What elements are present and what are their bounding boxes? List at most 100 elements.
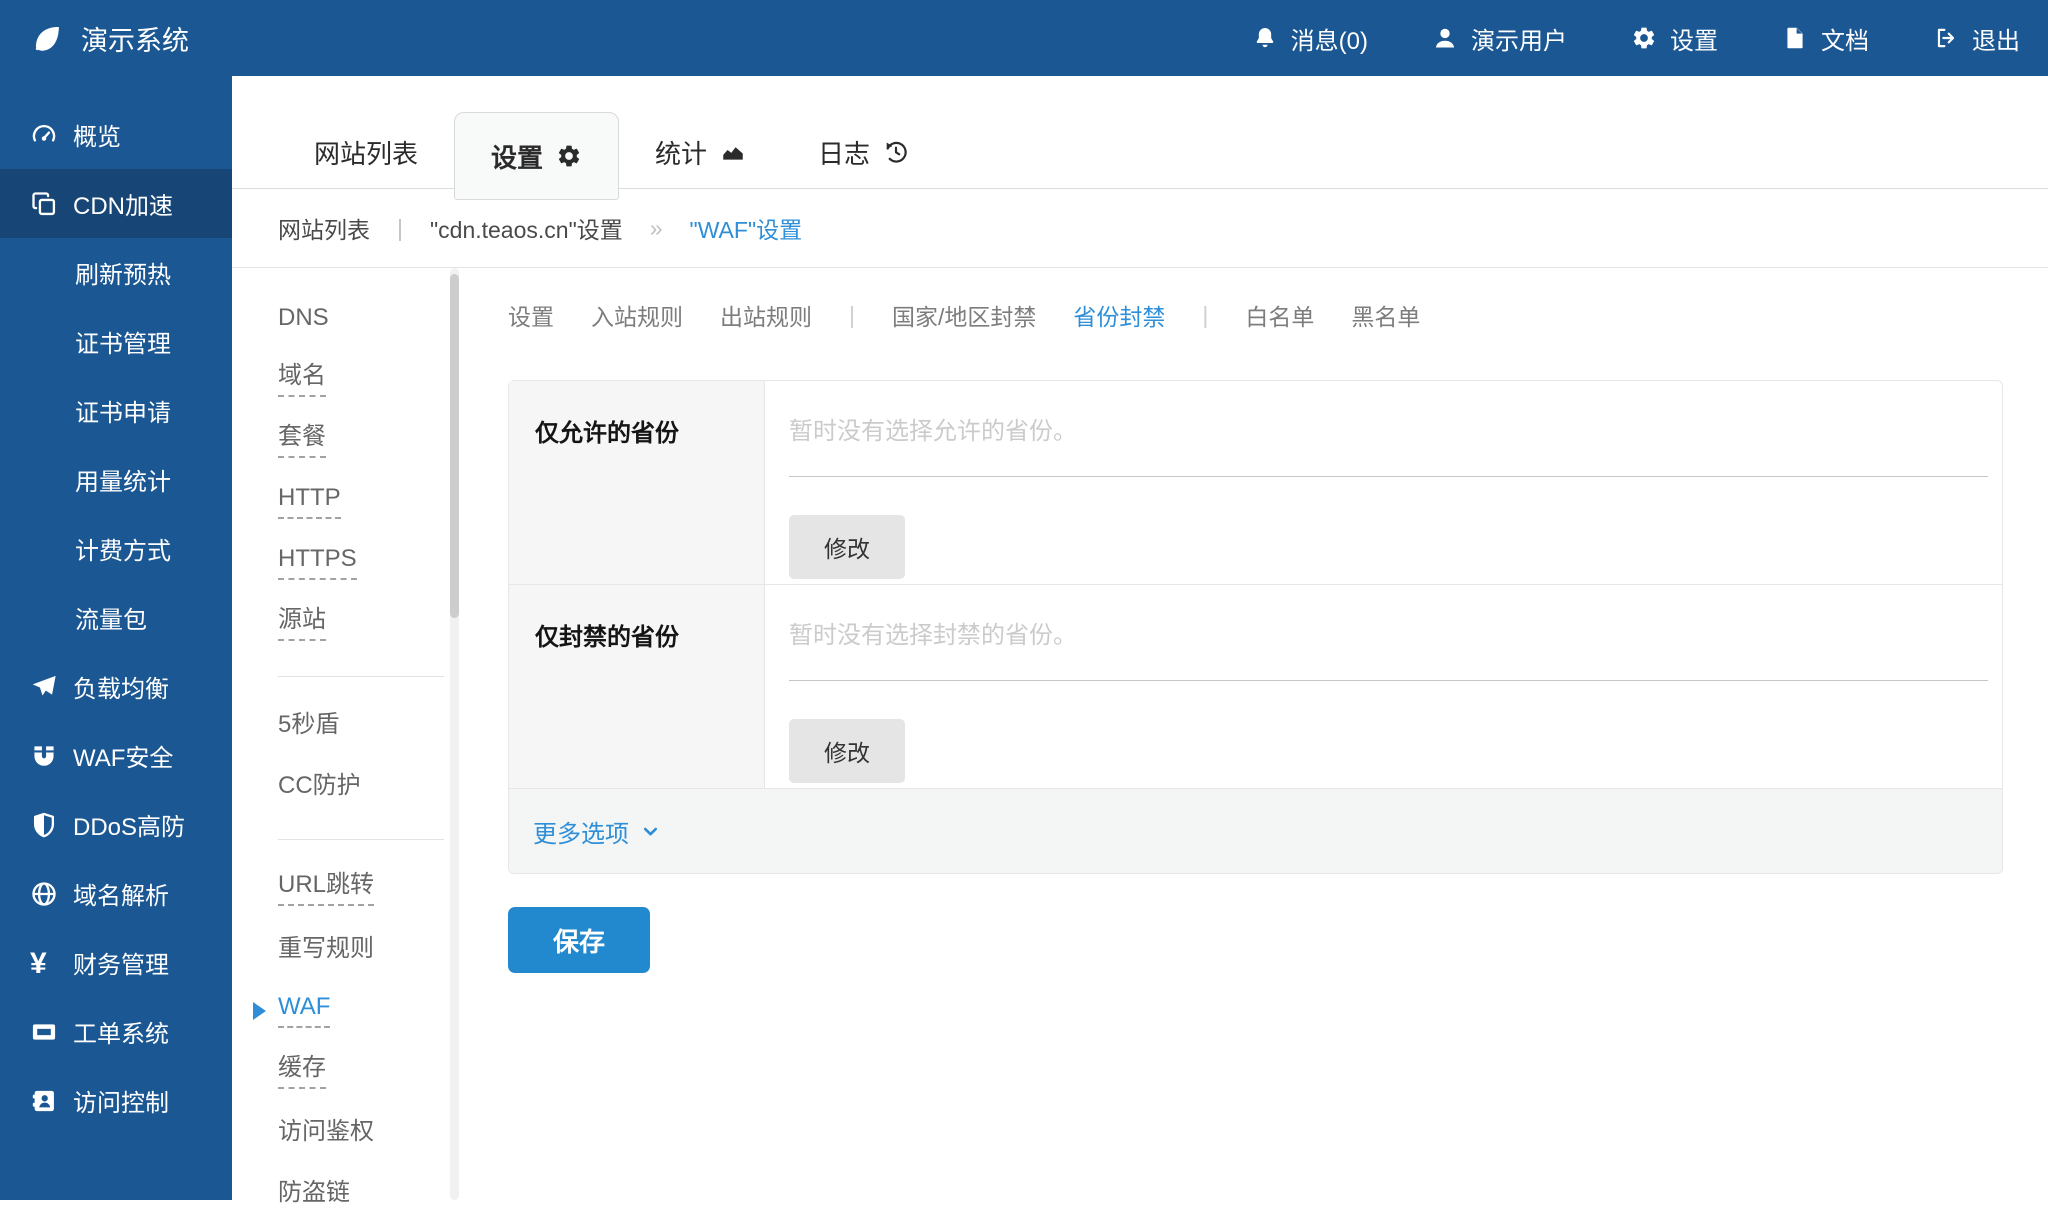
subtab[interactable]: 国家/地区封禁 xyxy=(892,298,1036,332)
settings-submenu: DNS 域名 套餐 xyxy=(232,268,450,1200)
submenu-group: DNS 域名 套餐 xyxy=(278,288,444,654)
sidebar-item[interactable]: 访问控制 xyxy=(0,1066,232,1135)
topbar-item[interactable]: 设置 xyxy=(1631,21,1718,56)
subtab[interactable]: 省份封禁 xyxy=(1073,298,1165,332)
tab[interactable]: 日志 xyxy=(782,116,945,188)
submenu-item-label: URL跳转 xyxy=(278,871,374,906)
sidebar-item[interactable]: 计费方式 xyxy=(0,514,232,583)
sidebar-item-label: 用量统计 xyxy=(75,462,171,497)
gauge-icon xyxy=(30,121,58,149)
clone-icon xyxy=(30,190,58,218)
topbar-item[interactable]: 演示用户 xyxy=(1432,21,1567,56)
topbar-item-label: 演示用户 xyxy=(1471,21,1567,56)
sidebar-item[interactable]: DDoS高防 xyxy=(0,790,232,859)
form-row-value: 暂时没有选择封禁的省份。 修改 xyxy=(765,585,2002,788)
tab[interactable]: 网站列表 xyxy=(278,116,454,188)
id-card-icon xyxy=(30,1087,58,1115)
sidebar-item[interactable]: 负载均衡 xyxy=(0,652,232,721)
form-row-value: 暂时没有选择允许的省份。 修改 xyxy=(765,381,2002,584)
waf-settings-content: 设置 入站规则 出站规则 | 国家/地区封禁 省份封禁 | 白名单 黑名单 xyxy=(459,268,2048,1200)
submenu-item[interactable]: 套餐 xyxy=(278,410,444,471)
topbar-item[interactable]: 消息(0) xyxy=(1252,21,1368,56)
submenu-item[interactable]: 5秒盾 xyxy=(278,695,444,756)
submenu-item[interactable]: HTTP xyxy=(278,471,444,532)
submenu-item[interactable]: 防盗链 xyxy=(278,1163,444,1224)
submenu-item[interactable]: URL跳转 xyxy=(278,858,444,919)
submenu-item-label: HTTP xyxy=(278,484,341,519)
tab[interactable]: 统计 xyxy=(619,116,782,188)
ticket-icon xyxy=(30,1018,58,1046)
sidebar-item-label: 财务管理 xyxy=(73,945,169,980)
submenu-scrollbar[interactable] xyxy=(450,268,459,1200)
tab[interactable]: 设置 xyxy=(454,112,619,200)
tab-label: 网站列表 xyxy=(314,134,418,171)
breadcrumb-item[interactable]: "cdn.teaos.cn"设置 xyxy=(430,211,623,245)
magnet-icon xyxy=(30,742,58,770)
topbar-item[interactable]: 文档 xyxy=(1782,21,1869,56)
shield-half-icon xyxy=(30,811,58,839)
scrollbar-thumb[interactable] xyxy=(450,274,459,618)
subtab[interactable]: 黑名单 xyxy=(1351,298,1420,332)
form-footer: 更多选项 xyxy=(509,789,2002,873)
submenu-item[interactable]: 源站 xyxy=(278,593,444,654)
input-underline xyxy=(789,476,1988,477)
sidebar-item-label: 刷新预热 xyxy=(75,255,171,290)
breadcrumb-item[interactable]: 网站列表 xyxy=(278,211,370,245)
sidebar-item[interactable]: CDN加速 xyxy=(0,169,232,238)
breadcrumb: 网站列表 | "cdn.teaos.cn"设置 » "WAF"设置 xyxy=(232,189,2048,268)
submenu-item[interactable]: 访问鉴权 xyxy=(278,1102,444,1163)
submenu-group: 5秒盾 CC防护 xyxy=(278,676,444,817)
subtab[interactable]: 出站规则 xyxy=(720,298,812,332)
tab-label: 日志 xyxy=(818,134,870,171)
submenu-item-label: DNS xyxy=(278,304,329,333)
form-row: 仅封禁的省份 暂时没有选择封禁的省份。 修改 xyxy=(509,585,2002,789)
chart-area-icon xyxy=(720,139,746,165)
save-button[interactable]: 保存 xyxy=(508,907,650,973)
submenu-item-label: 缓存 xyxy=(278,1054,326,1089)
submenu-item[interactable]: CC防护 xyxy=(278,756,444,817)
submenu-item-label: WAF xyxy=(278,993,330,1028)
sidebar-item[interactable]: WAF安全 xyxy=(0,721,232,790)
form-row-label: 仅封禁的省份 xyxy=(509,585,765,788)
gear-icon xyxy=(1631,25,1657,51)
topbar-item-label: 退出 xyxy=(1972,21,2020,56)
brand[interactable]: 演示系统 xyxy=(30,19,189,58)
sidebar-item-label: 证书管理 xyxy=(75,324,171,359)
province-placeholder: 暂时没有选择封禁的省份。 xyxy=(789,615,1988,650)
sidebar-item[interactable]: 用量统计 xyxy=(0,445,232,514)
sidebar-item[interactable]: 刷新预热 xyxy=(0,238,232,307)
tab-label: 设置 xyxy=(491,138,543,175)
sidebar-item[interactable]: 证书申请 xyxy=(0,376,232,445)
submenu-item[interactable]: 重写规则 xyxy=(278,919,444,980)
topbar: 演示系统 消息(0) 演示用户 设置 文档 xyxy=(0,0,2048,76)
more-options-link[interactable]: 更多选项 xyxy=(533,814,661,849)
subtab: | xyxy=(849,302,855,329)
brand-label: 演示系统 xyxy=(81,19,189,58)
breadcrumb-item[interactable]: "WAF"设置 xyxy=(690,211,803,245)
input-underline xyxy=(789,680,1988,681)
subtab[interactable]: 白名单 xyxy=(1245,298,1314,332)
submenu-item-label: 防盗链 xyxy=(278,1179,350,1208)
sidebar-item-label: 负载均衡 xyxy=(73,669,169,704)
modify-button[interactable]: 修改 xyxy=(789,719,905,783)
submenu-item[interactable]: 缓存 xyxy=(278,1041,444,1102)
sidebar-item[interactable]: 概览 xyxy=(0,100,232,169)
sidebar-item[interactable]: 工单系统 xyxy=(0,997,232,1066)
sidebar-item[interactable]: 证书管理 xyxy=(0,307,232,376)
subtab: | xyxy=(1202,302,1208,329)
sidebar-item-label: 访问控制 xyxy=(73,1083,169,1118)
subtab[interactable]: 设置 xyxy=(508,298,554,332)
sidebar-item[interactable]: 域名解析 xyxy=(0,859,232,928)
submenu-item[interactable]: HTTPS xyxy=(278,532,444,593)
topbar-item[interactable]: 退出 xyxy=(1933,21,2020,56)
submenu-item[interactable]: 域名 xyxy=(278,349,444,410)
modify-button[interactable]: 修改 xyxy=(789,515,905,579)
topbar-item-label: 文档 xyxy=(1821,21,1869,56)
sidebar-item[interactable]: ¥ 财务管理 xyxy=(0,928,232,997)
subtab[interactable]: 入站规则 xyxy=(591,298,683,332)
doc-icon xyxy=(1782,25,1808,51)
submenu-item[interactable]: WAF xyxy=(278,980,444,1041)
submenu-item[interactable]: DNS xyxy=(278,288,444,349)
sidebar-item[interactable]: 流量包 xyxy=(0,583,232,652)
user-icon xyxy=(1432,25,1458,51)
